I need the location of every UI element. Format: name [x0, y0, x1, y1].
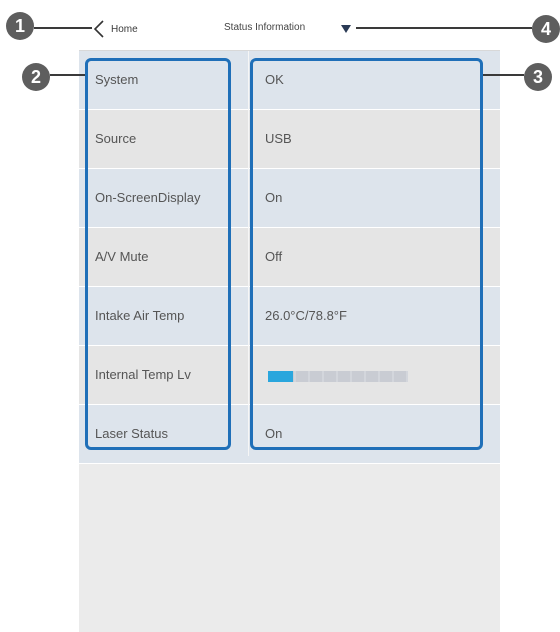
- home-back-button[interactable]: Home: [93, 18, 138, 40]
- column-divider: [248, 51, 249, 456]
- value-column-frame: [250, 58, 483, 450]
- top-bar: Home Status Information: [79, 8, 500, 51]
- callout-badge-2: 2: [22, 63, 50, 91]
- home-label: Home: [111, 23, 138, 35]
- callout-leader-4: [356, 27, 532, 29]
- menu-dropdown[interactable]: [341, 21, 351, 39]
- callout-leader-2: [50, 74, 85, 76]
- callout-leader-1: [34, 27, 92, 29]
- callout-badge-4: 4: [532, 15, 560, 43]
- callout-badge-1: 1: [6, 12, 34, 40]
- chevron-left-icon: [93, 20, 104, 38]
- callout-leader-3: [483, 74, 524, 76]
- callout-badge-3: 3: [524, 63, 552, 91]
- page-title: Status Information: [224, 22, 306, 33]
- dropdown-triangle-icon: [341, 25, 351, 33]
- label-column-frame: [85, 58, 231, 450]
